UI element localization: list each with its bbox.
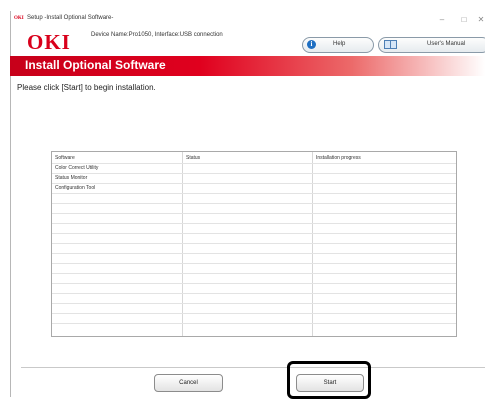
users-manual-label: User's Manual [427,41,466,47]
window-title: Setup -Install Optional Software- [27,15,114,21]
row-divider [52,223,456,224]
book-icon [384,40,397,49]
row-divider [52,253,456,254]
help-button[interactable]: i Help [302,37,374,53]
close-icon[interactable]: ✕ [474,14,485,25]
maximize-icon[interactable]: □ [457,14,471,25]
row-divider [52,313,456,314]
row-divider [52,323,456,324]
row-divider [52,293,456,294]
row-divider [52,303,456,304]
row-divider [52,203,456,204]
table-row-color-correct-utility: Color Correct Utility [55,165,99,171]
row-divider [52,163,456,164]
title-banner: Install Optional Software [10,56,485,76]
column-header-software: Software [55,155,75,161]
row-divider [52,233,456,234]
software-table: Software Status Installation progress Co… [51,151,457,337]
cancel-button[interactable]: Cancel [154,374,223,392]
title-bar: OKI Setup -Install Optional Software- – … [11,11,485,29]
row-divider [52,183,456,184]
column-divider [182,152,183,336]
column-header-status: Status [186,155,201,161]
row-divider [52,193,456,194]
row-divider [52,243,456,244]
page-title: Install Optional Software [25,58,166,72]
footer-divider [21,367,485,368]
row-divider [52,273,456,274]
users-manual-button[interactable]: User's Manual [378,37,485,53]
column-header-progress: Installation progress [316,155,361,161]
row-divider [52,173,456,174]
row-divider [52,213,456,214]
table-row-status-monitor: Status Monitor [55,175,88,181]
minimize-icon[interactable]: – [435,14,449,25]
table-row-configuration-tool: Configuration Tool [55,185,96,191]
oki-logo: OKI [27,30,71,54]
help-label: Help [333,41,346,47]
oki-app-icon: OKI [14,16,24,21]
device-info: Device Name:Pro1050, Interface:USB conne… [91,32,223,38]
instruction-text: Please click [Start] to begin installati… [17,83,156,92]
row-divider [52,263,456,264]
info-icon: i [307,40,316,49]
column-divider [312,152,313,336]
row-divider [52,283,456,284]
start-button-highlight [287,361,371,399]
